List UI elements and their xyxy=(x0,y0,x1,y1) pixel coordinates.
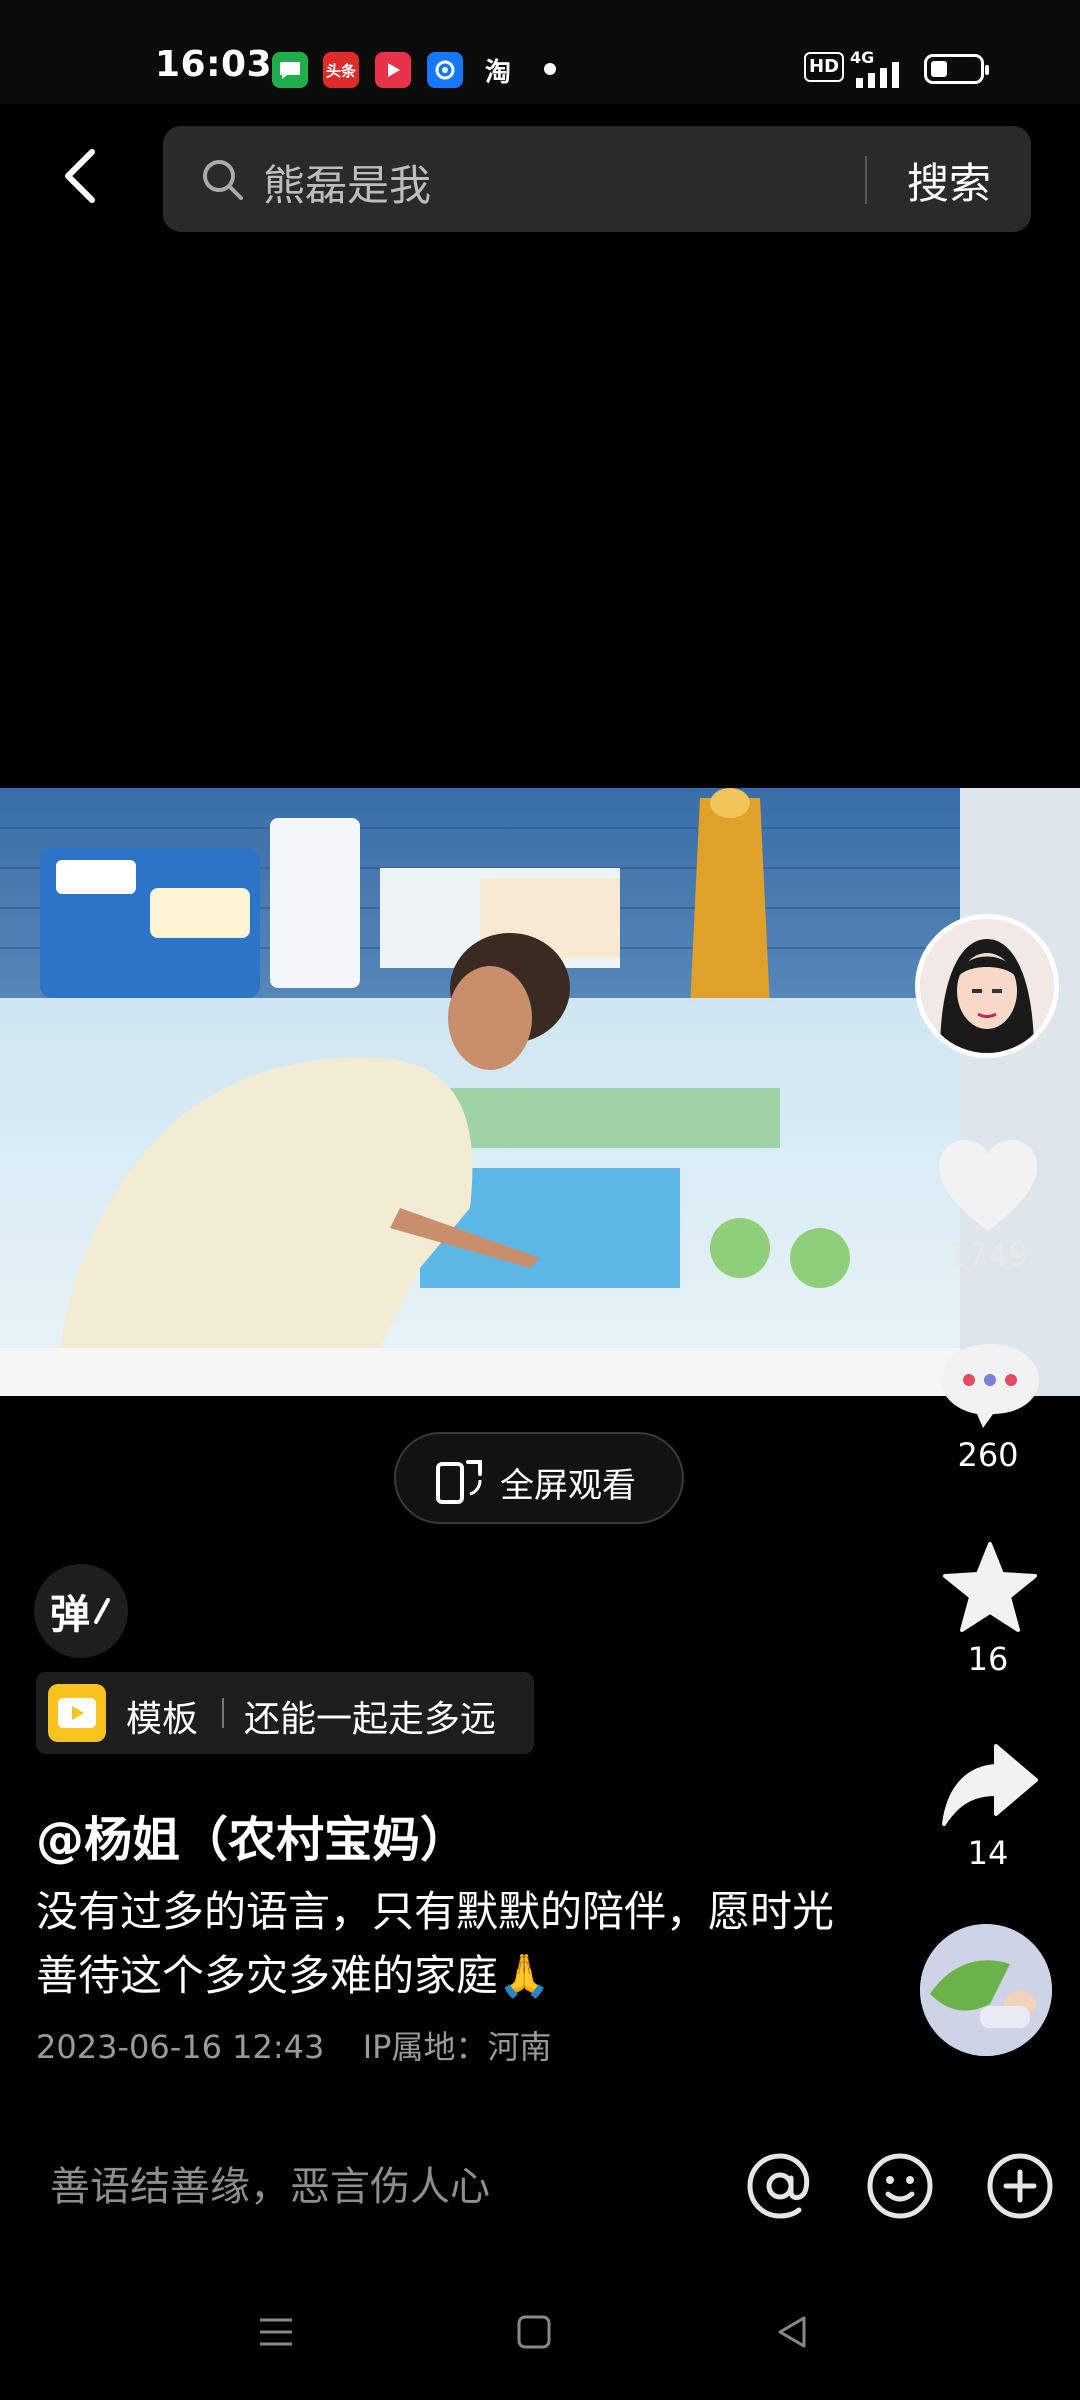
post-meta: 2023-06-16 12:43 IP属地：河南 xyxy=(36,2022,551,2068)
template-separator xyxy=(222,1698,224,1728)
avatar-image xyxy=(920,919,1054,1053)
favorite-button[interactable] xyxy=(940,1540,1040,1636)
music-cover-image xyxy=(920,1924,1052,2056)
like-button[interactable] xyxy=(933,1136,1043,1236)
back-arrow-icon xyxy=(65,149,95,203)
smiley-icon xyxy=(867,2153,933,2219)
back-button[interactable] xyxy=(44,140,116,212)
author-name[interactable]: @杨姐（农村宝妈） xyxy=(36,1800,468,1870)
post-date: 2023-06-16 12:43 xyxy=(36,2028,325,2066)
author-avatar[interactable] xyxy=(915,914,1059,1058)
add-button[interactable] xyxy=(984,2150,1056,2222)
comment-input[interactable]: 善语结善缘，恶言伤人心 xyxy=(50,2154,490,2212)
favorite-count: 16 xyxy=(967,1640,1009,1678)
fullscreen-button[interactable]: 全屏观看 xyxy=(394,1432,684,1524)
danmu-toggle-button[interactable]: 弹 xyxy=(34,1564,128,1658)
share-button[interactable] xyxy=(940,1740,1040,1830)
share-count: 14 xyxy=(967,1834,1009,1872)
hd-badge: HD xyxy=(804,52,845,82)
video-player[interactable] xyxy=(0,788,1080,1396)
battery-icon xyxy=(924,54,989,84)
search-divider xyxy=(865,156,867,204)
music-disc[interactable] xyxy=(920,1924,1052,2056)
back-nav-icon[interactable] xyxy=(772,2312,812,2352)
search-icon xyxy=(203,160,243,200)
toutiao-icon: 头条 xyxy=(323,52,359,88)
video-app-icon xyxy=(375,52,411,88)
template-song-name: 还能一起走多远 xyxy=(244,1699,497,1740)
mention-button[interactable] xyxy=(744,2150,816,2222)
more-notifications-icon xyxy=(544,63,556,75)
wechat-icon xyxy=(272,52,308,88)
comment-icon xyxy=(941,1344,1039,1428)
browser-icon xyxy=(427,52,463,88)
star-icon xyxy=(943,1542,1037,1632)
system-nav-bar xyxy=(0,2280,1080,2400)
fullscreen-rotate-icon xyxy=(436,1460,482,1504)
plus-circle-icon xyxy=(987,2153,1053,2219)
search-bar[interactable]: 熊磊是我 搜索 xyxy=(163,126,1031,232)
fullscreen-label: 全屏观看 xyxy=(500,1466,636,1506)
template-chip[interactable]: 模板 还能一起走多远 xyxy=(36,1672,534,1754)
emoji-button[interactable] xyxy=(864,2150,936,2222)
like-count: 1749 xyxy=(947,1236,1029,1274)
video-frame xyxy=(0,788,1080,1396)
share-arrow-icon xyxy=(942,1744,1038,1826)
search-input[interactable]: 熊磊是我 xyxy=(263,152,431,213)
post-caption: 没有过多的语言，只有默默的陪伴，愿时光善待这个多灾多难的家庭🙏 xyxy=(36,1887,835,2000)
template-icon xyxy=(48,1684,106,1742)
search-button[interactable]: 搜索 xyxy=(907,150,991,211)
status-time: 16:03 xyxy=(155,44,273,85)
template-label: 模板 xyxy=(126,1699,199,1740)
taobao-icon: 淘 xyxy=(484,57,511,88)
heart-icon xyxy=(939,1140,1037,1231)
comment-count: 260 xyxy=(957,1436,1019,1474)
menu-nav-icon[interactable] xyxy=(256,2312,296,2352)
danmu-label: 弹 xyxy=(50,1592,90,1638)
danmu-slash-icon xyxy=(94,1598,110,1624)
comment-button[interactable] xyxy=(935,1340,1045,1430)
post-location: IP属地：河南 xyxy=(362,2028,552,2066)
at-sign-icon xyxy=(747,2153,810,2219)
signal-icon xyxy=(856,62,899,88)
home-nav-icon[interactable] xyxy=(514,2312,554,2352)
status-bar: 16:03 头条 淘 HD 4G xyxy=(0,0,1080,104)
